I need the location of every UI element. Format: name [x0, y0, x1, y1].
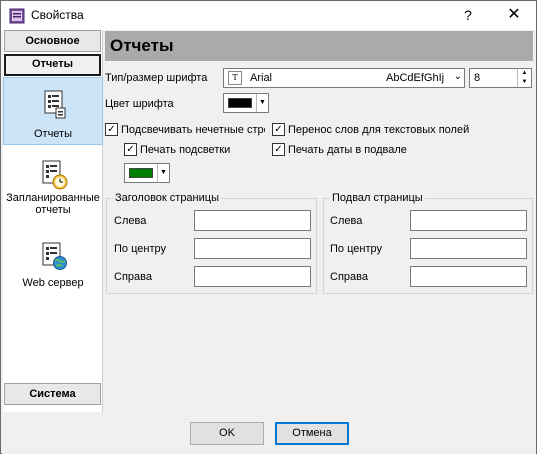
footer-center-input[interactable]	[410, 238, 527, 259]
chevron-down-icon: ⌄	[453, 71, 462, 82]
spin-up-icon[interactable]: ▲	[518, 69, 531, 78]
checkbox-label: Печать подсветки	[140, 143, 231, 156]
page-title: Отчеты	[110, 36, 174, 55]
highlight-color-swatch	[129, 168, 153, 178]
help-button[interactable]: ?	[453, 4, 483, 26]
sidebar-item-reports[interactable]: Отчеты	[3, 77, 103, 145]
window-title: Свойства	[31, 8, 84, 22]
checkbox-label: Подсвечивать нечетные стро	[121, 123, 265, 136]
scheduled-reports-icon	[42, 160, 68, 190]
checkmark-icon: ✓	[105, 123, 118, 136]
sidebar-item-label: Отчеты	[33, 128, 73, 140]
highlight-color-picker[interactable]: ▼	[124, 163, 170, 183]
dialog-button-bar: OK Отмена	[2, 412, 536, 454]
spinner-arrows[interactable]: ▲ ▼	[517, 69, 531, 87]
sidebar: Основное Отчеты Отчеты Запланированные о…	[3, 30, 103, 412]
header-right-label: Справа	[114, 271, 152, 283]
footer-left-input[interactable]	[410, 210, 527, 231]
footer-left-label: Слева	[330, 215, 363, 227]
header-center-input[interactable]	[194, 238, 311, 259]
checkmark-icon: ✓	[272, 143, 285, 156]
sidebar-item-label: Запланированные отчеты	[6, 192, 100, 216]
header-left-input[interactable]	[194, 210, 311, 231]
checkbox-label: Перенос слов для текстовых полей	[288, 123, 470, 136]
sidebar-header-system[interactable]: Система	[4, 383, 101, 405]
reports-icon	[44, 90, 66, 119]
close-button[interactable]: ✕	[497, 4, 531, 26]
sidebar-item-web-server[interactable]: Web сервер	[3, 240, 103, 295]
word-wrap-checkbox[interactable]: ✓ Перенос слов для текстовых полей	[272, 123, 534, 136]
header-center-label: По центру	[114, 243, 166, 255]
sidebar-header-general[interactable]: Основное	[4, 30, 101, 52]
highlight-odd-rows-checkbox[interactable]: ✓ Подсвечивать нечетные стро	[105, 123, 265, 136]
font-color-picker[interactable]: ▼	[223, 93, 269, 113]
title-bar: Свойства ? ✕	[1, 1, 536, 30]
checkmark-icon: ✓	[272, 123, 285, 136]
group-title: Заголовок страницы	[113, 192, 221, 204]
dropdown-arrow-icon: ▼	[256, 94, 268, 112]
font-type-size-label: Тип/размер шрифта	[105, 72, 208, 84]
sidebar-header-reports[interactable]: Отчеты	[4, 54, 101, 76]
sidebar-item-label: Web сервер	[22, 277, 84, 289]
print-highlight-checkbox[interactable]: ✓ Печать подсветки	[124, 143, 264, 156]
web-server-icon	[42, 242, 67, 270]
footer-right-input[interactable]	[410, 266, 527, 287]
footer-center-label: По центру	[330, 243, 382, 255]
app-icon	[9, 8, 25, 24]
checkbox-label: Печать даты в подвале	[288, 143, 407, 156]
font-size-spinner[interactable]: 8 ▲ ▼	[469, 68, 532, 88]
cancel-button[interactable]: Отмена	[275, 422, 349, 445]
properties-window: Свойства ? ✕ Основное Отчеты Отчеты Запл…	[0, 0, 537, 454]
spin-down-icon[interactable]: ▼	[518, 78, 531, 87]
font-size-value: 8	[474, 72, 481, 84]
font-name: Arial	[250, 72, 273, 84]
dropdown-arrow-icon: ▼	[157, 164, 169, 182]
group-title: Подвал страницы	[330, 192, 425, 204]
font-color-label: Цвет шрифта	[105, 98, 174, 110]
checkmark-icon: ✓	[124, 143, 137, 156]
truetype-font-icon: T	[228, 71, 242, 85]
page-header: Отчеты	[105, 31, 533, 61]
font-select[interactable]: T Arial AbCdEfGhIj ⌄	[223, 68, 465, 88]
ok-button[interactable]: OK	[190, 422, 264, 445]
sidebar-item-scheduled-reports[interactable]: Запланированные отчеты	[3, 158, 103, 228]
font-sample: AbCdEfGhIj	[386, 72, 445, 84]
font-color-swatch	[228, 98, 252, 108]
header-left-label: Слева	[114, 215, 147, 227]
print-date-footer-checkbox[interactable]: ✓ Печать даты в подвале	[272, 143, 534, 156]
footer-right-label: Справа	[330, 271, 368, 283]
header-right-input[interactable]	[194, 266, 311, 287]
